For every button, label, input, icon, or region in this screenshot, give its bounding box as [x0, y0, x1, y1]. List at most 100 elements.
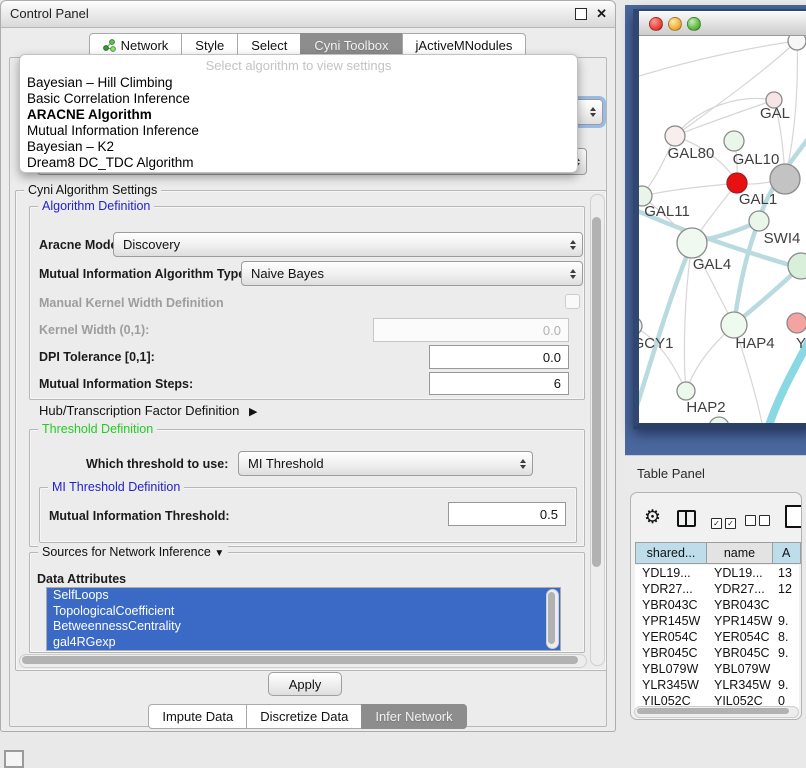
attribute-item[interactable]: TopologicalCoefficient [47, 604, 560, 620]
zoom-traffic-light[interactable] [687, 17, 701, 31]
node-label: GAL10 [733, 151, 780, 168]
manual-kernel-label: Manual Kernel Width Definition [39, 296, 224, 310]
settings-vscroll-thumb[interactable] [592, 217, 601, 567]
dpi-tolerance-label: DPI Tolerance [0,1]: [39, 350, 155, 364]
tab-jactivemnodules-label: jActiveMNodules [416, 38, 513, 53]
export-table-icon[interactable] [785, 505, 802, 528]
network-node[interactable] [788, 36, 806, 50]
table-panel: ⚙ ✓✓ shared... name A YDL19...YDL19...13… [630, 492, 802, 720]
table-horizontal-scrollbar[interactable] [634, 706, 799, 718]
algorithm-option[interactable]: Mutual Information Inference [24, 123, 573, 139]
table-row[interactable]: YDR27...YDR27...12 [635, 581, 799, 597]
mi-type-label: Mutual Information Algorithm Type: [39, 267, 249, 281]
control-panel-titlebar: Control Panel ✕ [1, 1, 615, 28]
sources-title[interactable]: Sources for Network Inference ▼ [38, 545, 228, 559]
network-node-swi4[interactable] [749, 211, 769, 231]
algorithm-option[interactable]: Basic Correlation Inference [24, 91, 573, 107]
network-node[interactable] [787, 313, 806, 333]
settings-hscroll-thumb[interactable] [22, 656, 578, 664]
mi-threshold-field[interactable]: 0.5 [448, 502, 566, 526]
tab-discretize-data-label: Discretize Data [260, 709, 348, 724]
column-header-name[interactable]: name [706, 542, 773, 564]
network-node-gcy1[interactable] [639, 317, 642, 335]
tab-infer-network[interactable]: Infer Network [361, 704, 466, 729]
network-canvas[interactable]: GAL GAL80 GAL10 GAL1 GAL11 SWI4 GAL4 GCY… [639, 36, 806, 424]
tab-impute-data[interactable]: Impute Data [148, 704, 247, 729]
hub-tf-section-toggle[interactable]: Hub/Transcription Factor Definition ▶ [39, 403, 257, 418]
attribute-item[interactable]: BetweennessCentrality [47, 619, 560, 635]
apply-button[interactable]: Apply [268, 672, 342, 696]
mi-threshold-label: Mutual Information Threshold: [49, 509, 230, 523]
table-settings-gear-icon[interactable]: ⚙ [644, 506, 661, 529]
tab-network-label: Network [121, 38, 169, 53]
network-node[interactable] [709, 417, 729, 424]
column-visibility-icon[interactable] [677, 510, 696, 527]
collapsed-arrow-icon: ▶ [249, 406, 257, 418]
network-node-gal4[interactable] [677, 228, 707, 258]
control-panel-title: Control Panel [10, 6, 89, 21]
network-node[interactable] [770, 164, 800, 194]
which-threshold-value: MI Threshold [248, 456, 324, 471]
node-label: HAP4 [735, 335, 774, 352]
float-window-icon[interactable] [575, 8, 587, 20]
algorithm-dropdown-list: Select algorithm to view settings Bayesi… [19, 54, 578, 173]
hub-tf-label: Hub/Transcription Factor Definition [39, 403, 239, 418]
table-row[interactable]: YBR043CYBR043C [635, 597, 799, 613]
node-label: GAL11 [644, 203, 690, 220]
settings-vertical-scrollbar[interactable] [590, 194, 605, 666]
close-traffic-light[interactable] [649, 17, 663, 31]
tab-select-label: Select [251, 38, 287, 53]
settings-horizontal-scrollbar[interactable] [19, 654, 587, 668]
tab-impute-data-label: Impute Data [162, 709, 233, 724]
table-row[interactable]: YPR145WYPR145W9. [635, 613, 799, 629]
mi-type-combo[interactable]: Naive Bayes [241, 261, 583, 286]
attribute-item[interactable]: gal4RGexp [47, 635, 560, 651]
collapsed-panel-grip[interactable] [4, 750, 24, 768]
column-header-label: name [724, 546, 755, 560]
table-row[interactable]: YER054CYER054C8. [635, 629, 799, 645]
network-window-titlebar[interactable] [639, 11, 806, 36]
mi-threshold-group-title: MI Threshold Definition [48, 480, 184, 494]
network-node-gal1[interactable] [727, 173, 747, 193]
dpi-tolerance-value: 0.0 [543, 350, 561, 365]
mi-steps-field[interactable]: 6 [429, 372, 569, 395]
tab-discretize-data[interactable]: Discretize Data [246, 704, 362, 729]
column-header-partial[interactable]: A [772, 542, 801, 564]
mi-steps-label: Mutual Information Steps: [39, 377, 193, 391]
algorithm-definition-title: Algorithm Definition [38, 199, 154, 213]
table-row[interactable]: YDL19...YDL19...13 [635, 565, 799, 581]
deselect-all-checkboxes-icon[interactable] [745, 513, 773, 531]
table-hscroll-thumb[interactable] [637, 708, 789, 714]
which-threshold-combo[interactable]: MI Threshold [238, 451, 533, 476]
algorithm-option[interactable]: Bayesian – K2 [24, 139, 573, 155]
column-header-shared-name[interactable]: shared... [635, 542, 707, 564]
mi-threshold-value: 0.5 [540, 507, 558, 522]
aracne-mode-combo[interactable]: Discovery [113, 232, 583, 257]
table-row[interactable]: YLR345WYLR345W9. [635, 677, 799, 693]
attribute-item[interactable]: SelfLoops [47, 588, 560, 604]
manual-kernel-checkbox[interactable] [565, 294, 580, 309]
close-icon[interactable]: ✕ [596, 8, 607, 20]
node-label: GAL80 [668, 145, 715, 162]
attributes-vscroll[interactable] [546, 589, 559, 649]
table-row[interactable]: YBR045CYBR045C9. [635, 645, 799, 661]
algorithm-option-selected[interactable]: ARACNE Algorithm [24, 107, 573, 123]
table-row[interactable]: YBL079WYBL079W [635, 661, 799, 677]
network-view-window[interactable]: GAL GAL80 GAL10 GAL1 GAL11 SWI4 GAL4 GCY… [633, 9, 806, 429]
algorithm-option[interactable]: Dream8 DC_TDC Algorithm [24, 155, 573, 171]
network-node-hap2[interactable] [677, 382, 695, 400]
algorithm-option[interactable]: Bayesian – Hill Climbing [24, 75, 573, 91]
minimize-traffic-light[interactable] [668, 17, 682, 31]
kernel-width-field[interactable]: 0.0 [373, 318, 569, 342]
node-label: HAP2 [686, 399, 725, 416]
network-node-gal10[interactable] [724, 131, 744, 151]
control-panel-window: Control Panel ✕ gal-filtered sif default… [0, 0, 616, 732]
network-node-gal80[interactable] [665, 126, 685, 146]
data-attributes-label: Data Attributes [37, 572, 126, 586]
attributes-vscroll-thumb[interactable] [548, 592, 555, 644]
tab-style-label: Style [195, 38, 224, 53]
column-header-label: A [782, 546, 790, 560]
select-all-checkboxes-icon[interactable]: ✓✓ [711, 513, 739, 531]
dpi-tolerance-field[interactable]: 0.0 [429, 345, 569, 369]
tab-cyni-toolbox-label: Cyni Toolbox [314, 38, 388, 53]
